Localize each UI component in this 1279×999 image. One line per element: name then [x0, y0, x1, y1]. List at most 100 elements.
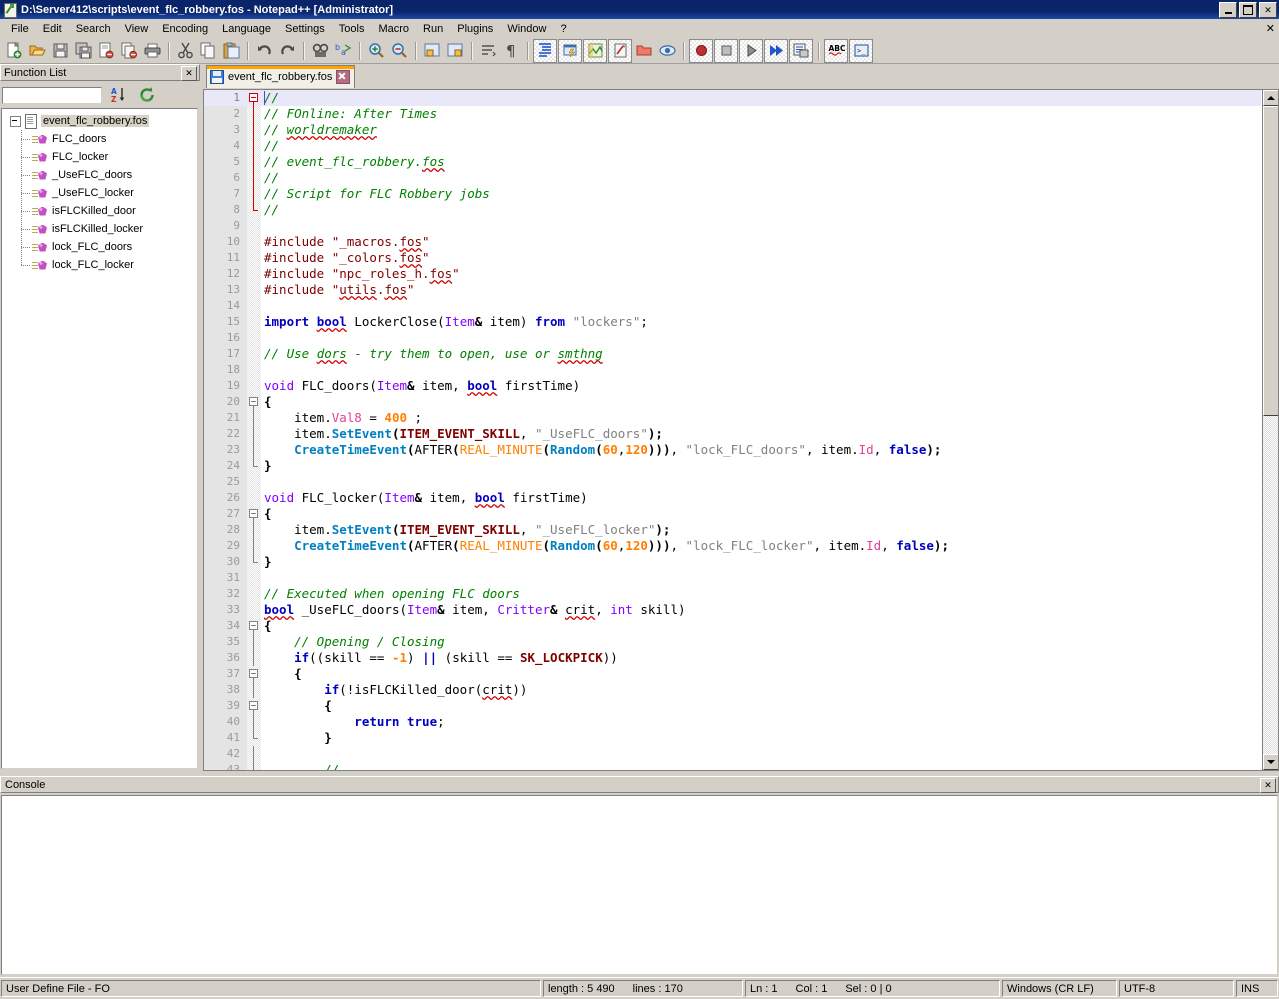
code-line[interactable]: 1 //	[204, 90, 1261, 106]
code-line[interactable]: 22 item.SetEvent(ITEM_EVENT_SKILL, "_Use…	[204, 426, 1261, 442]
sync-horizontal-scroll-icon[interactable]	[444, 40, 466, 62]
editor-vertical-scrollbar[interactable]	[1262, 90, 1278, 770]
menu-item-file[interactable]: File	[4, 21, 36, 37]
code-line[interactable]: 9	[204, 218, 1261, 234]
code-lines[interactable]: 1 // 2 // FOnline: After Times 3 // worldrema…	[204, 90, 1261, 770]
function-list-item-lock-flc-doors[interactable]: lock_FLC_doors	[2, 238, 197, 256]
code-line[interactable]: 36 if((skill == -1) || (skill == SK_LOCK…	[204, 650, 1261, 666]
function-search-input[interactable]	[2, 86, 102, 104]
code-line[interactable]: 8 //	[204, 202, 1261, 218]
fold-collapse-icon[interactable]	[249, 701, 258, 710]
tab-close-icon[interactable]	[336, 70, 351, 84]
save-all-icon[interactable]	[72, 40, 94, 62]
open-file-icon[interactable]	[26, 40, 48, 62]
code-line[interactable]: 13 #include "utils.fos"	[204, 282, 1261, 298]
menu-item-plugins[interactable]: Plugins	[450, 21, 500, 37]
code-line[interactable]: 43 // ... ... ...	[204, 762, 1261, 770]
minimize-button[interactable]	[1219, 2, 1237, 18]
code-line[interactable]: 26 void FLC_locker(Item& item, bool first…	[204, 490, 1261, 506]
run-command-icon[interactable]: >_	[849, 38, 873, 63]
code-line[interactable]: 28 item.SetEvent(ITEM_EVENT_SKILL, "_Use…	[204, 522, 1261, 538]
code-line[interactable]: 7 // Script for FLC Robbery jobs	[204, 186, 1261, 202]
console-output[interactable]	[1, 795, 1278, 975]
code-line[interactable]: 18	[204, 362, 1261, 378]
redo-icon[interactable]	[276, 40, 298, 62]
collapse-expander-icon[interactable]	[10, 115, 21, 127]
new-file-icon[interactable]	[3, 40, 25, 62]
code-line[interactable]: 30}	[204, 554, 1261, 570]
code-line[interactable]: 6 //	[204, 170, 1261, 186]
run-multiple-macro-icon[interactable]	[764, 38, 788, 63]
stop-recording-icon[interactable]	[714, 38, 738, 63]
copy-icon[interactable]	[197, 40, 219, 62]
fold-collapse-icon[interactable]	[249, 509, 258, 518]
save-macro-icon[interactable]	[789, 38, 813, 63]
code-line[interactable]: 40 return true;	[204, 714, 1261, 730]
code-line[interactable]: 10 #include "_macros.fos"	[204, 234, 1261, 250]
user-defined-language-icon[interactable]	[558, 38, 582, 63]
code-line[interactable]: 3 // worldremaker	[204, 122, 1261, 138]
code-line[interactable]: 42	[204, 746, 1261, 762]
console-close-icon[interactable]: ✕	[1260, 778, 1276, 793]
menu-item-search[interactable]: Search	[69, 21, 118, 37]
maximize-button[interactable]	[1239, 2, 1257, 18]
close-file-icon[interactable]	[95, 40, 117, 62]
paste-icon[interactable]	[220, 40, 242, 62]
function-list-close-icon[interactable]: ✕	[181, 66, 197, 81]
scrollbar-thumb[interactable]	[1263, 106, 1278, 416]
show-all-chars-icon[interactable]: ¶	[500, 40, 522, 62]
close-button[interactable]: ✕	[1259, 2, 1277, 18]
close-all-icon[interactable]	[118, 40, 140, 62]
code-line[interactable]: 17 // Use dors - try them to open, use or…	[204, 346, 1261, 362]
monitoring-icon[interactable]	[656, 40, 678, 62]
menu-item-language[interactable]: Language	[215, 21, 278, 37]
code-line[interactable]: 34 {	[204, 618, 1261, 634]
document-map-icon[interactable]	[583, 38, 607, 63]
code-line[interactable]: 15 import bool LockerClose(Item& item) fr…	[204, 314, 1261, 330]
menu-item-encoding[interactable]: Encoding	[155, 21, 215, 37]
menu-item-run[interactable]: Run	[416, 21, 450, 37]
record-macro-icon[interactable]	[689, 38, 713, 63]
code-line[interactable]: 35 // Opening / Closing	[204, 634, 1261, 650]
code-line[interactable]: 37 {	[204, 666, 1261, 682]
print-icon[interactable]	[141, 40, 163, 62]
replace-icon[interactable]: ba	[332, 40, 354, 62]
menu-item-window[interactable]: Window	[500, 21, 553, 37]
indent-guide-icon[interactable]	[533, 38, 557, 63]
function-list-item-usefl c-doors[interactable]: _UseFLC_doors	[2, 166, 197, 184]
cut-icon[interactable]	[174, 40, 196, 62]
code-line[interactable]: 27 {	[204, 506, 1261, 522]
function-list-icon[interactable]	[608, 38, 632, 63]
code-line[interactable]: 24}	[204, 458, 1261, 474]
menu-item-tools[interactable]: Tools	[332, 21, 372, 37]
code-line[interactable]: 14	[204, 298, 1261, 314]
fold-collapse-icon[interactable]	[249, 397, 258, 406]
code-line[interactable]: 39 {	[204, 698, 1261, 714]
reload-icon[interactable]	[136, 85, 158, 105]
zoom-in-icon[interactable]	[365, 40, 387, 62]
code-line[interactable]: 20 {	[204, 394, 1261, 410]
code-line[interactable]: 21 item.Val8 = 400 ;	[204, 410, 1261, 426]
playback-macro-icon[interactable]	[739, 38, 763, 63]
code-line[interactable]: 41 }	[204, 730, 1261, 746]
code-line[interactable]: 25	[204, 474, 1261, 490]
function-list-item-flc-doors[interactable]: FLC_doors	[2, 130, 197, 148]
function-list-item-isflckilled-door[interactable]: isFLCKilled_door	[2, 202, 197, 220]
code-line[interactable]: 29 CreateTimeEvent(AFTER(REAL_MINUTE(Ran…	[204, 538, 1261, 554]
scroll-down-button[interactable]	[1263, 754, 1278, 770]
code-line[interactable]: 19 void FLC_doors(Item& item, bool firstT…	[204, 378, 1261, 394]
menu-item-help[interactable]: ?	[553, 21, 573, 37]
tree-root-file[interactable]: event_flc_robbery.fos	[2, 112, 197, 130]
code-line[interactable]: 11 #include "_colors.fos"	[204, 250, 1261, 266]
function-list-tree[interactable]: event_flc_robbery.fos FLC_doors FLC_lock…	[1, 108, 198, 769]
fold-collapse-icon[interactable]	[249, 93, 258, 102]
sort-az-icon[interactable]: AZ	[108, 85, 130, 105]
code-line[interactable]: 2 // FOnline: After Times	[204, 106, 1261, 122]
code-line[interactable]: 32 // Executed when opening FLC doors	[204, 586, 1261, 602]
function-list-item-isflckilled-locker[interactable]: isFLCKilled_locker	[2, 220, 197, 238]
find-icon[interactable]	[309, 40, 331, 62]
scroll-up-button[interactable]	[1263, 90, 1278, 106]
menu-item-view[interactable]: View	[118, 21, 156, 37]
word-wrap-icon[interactable]	[477, 40, 499, 62]
tab-event-flc-robbery[interactable]: event_flc_robbery.fos	[206, 65, 356, 88]
